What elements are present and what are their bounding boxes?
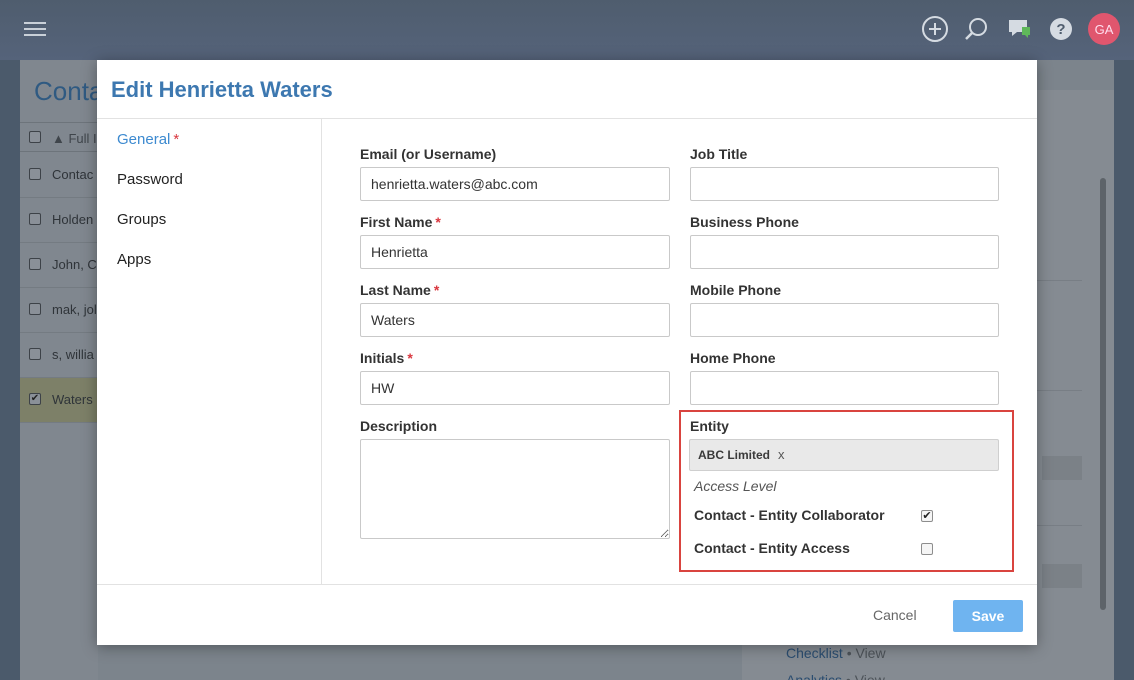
link-suffix[interactable]: • View <box>846 672 885 680</box>
save-button[interactable]: Save <box>953 600 1023 632</box>
first-name-label-text: First Name <box>360 214 433 230</box>
modal-nav: General * Password Groups Apps <box>97 119 322 584</box>
row-checkbox[interactable] <box>29 303 41 315</box>
avatar[interactable]: GA <box>1088 13 1120 45</box>
background-scrollbar[interactable] <box>1100 178 1106 610</box>
nav-item-apps[interactable]: Apps <box>117 251 151 268</box>
access-level-heading: Access Level <box>694 478 777 494</box>
link-text[interactable]: Analytics <box>786 672 842 680</box>
home-phone-label: Home Phone <box>690 350 776 366</box>
edit-user-modal: Edit Henrietta Waters General * Password … <box>97 60 1037 645</box>
column-header-label: ▲ Full I <box>52 131 97 146</box>
entity-select[interactable]: ABC Limited x <box>689 439 999 471</box>
top-icons: ? GA <box>920 13 1120 45</box>
email-field[interactable] <box>360 167 670 201</box>
nav-item-groups[interactable]: Groups <box>117 211 166 228</box>
nav-item-general[interactable]: General * <box>117 131 179 148</box>
list-item-selected[interactable]: ✔ Waters <box>20 378 98 423</box>
required-mark: * <box>435 214 441 230</box>
permission-label-access: Contact - Entity Access <box>694 540 850 556</box>
last-name-label: Last Name * <box>360 282 439 298</box>
required-mark: * <box>407 350 413 366</box>
row-text: Contac <box>52 167 94 182</box>
row-text: mak, jol <box>52 302 97 317</box>
chat-icon[interactable] <box>1004 14 1034 44</box>
collaborator-checkbox[interactable]: ✔ <box>921 510 933 522</box>
list-item[interactable]: s, willia <box>20 333 98 378</box>
select-all-checkbox[interactable] <box>29 131 41 143</box>
nav-item-label: General <box>117 131 171 148</box>
row-checkbox-checked[interactable]: ✔ <box>29 393 41 405</box>
svg-text:?: ? <box>1056 21 1065 38</box>
row-text: John, C <box>52 257 97 272</box>
initials-field[interactable] <box>360 371 670 405</box>
job-title-field[interactable] <box>690 167 999 201</box>
background-link-checklist[interactable]: Checklist • View <box>786 645 886 661</box>
mobile-phone-label: Mobile Phone <box>690 282 781 298</box>
entity-label: Entity <box>690 418 729 434</box>
initials-label: Initials * <box>360 350 413 366</box>
row-checkbox[interactable] <box>29 258 41 270</box>
background-column-header: ▲ Full I <box>20 122 98 152</box>
description-label: Description <box>360 418 438 434</box>
list-item[interactable]: mak, jol <box>20 288 98 333</box>
business-phone-label: Business Phone <box>690 214 799 230</box>
row-text: Holden <box>52 212 94 227</box>
list-item[interactable]: John, C <box>20 243 98 288</box>
last-name-field[interactable] <box>360 303 670 337</box>
access-checkbox[interactable] <box>921 543 933 555</box>
description-field[interactable] <box>360 439 670 539</box>
row-checkbox[interactable] <box>29 348 41 360</box>
list-item[interactable]: Holden <box>20 198 98 243</box>
permission-label-collaborator: Contact - Entity Collaborator <box>694 507 885 523</box>
modal-header: Edit Henrietta Waters <box>97 60 1037 119</box>
hamburger-menu-icon[interactable] <box>24 22 46 38</box>
modal-title: Edit Henrietta Waters <box>111 77 333 102</box>
email-label: Email (or Username) <box>360 146 497 162</box>
search-icon[interactable] <box>962 14 992 44</box>
entity-chip: ABC Limited <box>698 448 770 462</box>
modal-footer: Cancel Save <box>97 584 1037 645</box>
list-item[interactable]: Contac <box>20 153 98 198</box>
help-icon[interactable]: ? <box>1046 14 1076 44</box>
background-title: Conta <box>34 76 104 106</box>
initials-label-text: Initials <box>360 350 405 366</box>
link-suffix[interactable]: • View <box>847 645 886 661</box>
row-checkbox[interactable] <box>29 168 41 180</box>
background-link-analytics[interactable]: Analytics • View <box>786 672 885 680</box>
row-text: s, willia <box>52 347 94 362</box>
mobile-phone-field[interactable] <box>690 303 999 337</box>
add-icon[interactable] <box>920 14 950 44</box>
row-checkbox[interactable] <box>29 213 41 225</box>
nav-item-password[interactable]: Password <box>117 171 183 188</box>
entity-chip-remove-icon[interactable]: x <box>778 447 785 462</box>
row-text: Waters <box>52 392 93 407</box>
background-list: Conta ▲ Full I Contac Holden John, C mak… <box>20 60 103 680</box>
required-mark: * <box>433 282 440 298</box>
last-name-label-text: Last Name <box>360 282 431 298</box>
first-name-field[interactable] <box>360 235 670 269</box>
business-phone-field[interactable] <box>690 235 999 269</box>
first-name-label: First Name * <box>360 214 441 230</box>
cancel-button[interactable]: Cancel <box>873 607 917 623</box>
job-title-label: Job Title <box>690 146 748 162</box>
home-phone-field[interactable] <box>690 371 999 405</box>
link-text[interactable]: Checklist <box>786 645 843 661</box>
top-bar: ? GA <box>0 0 1134 60</box>
required-mark: * <box>173 131 180 148</box>
